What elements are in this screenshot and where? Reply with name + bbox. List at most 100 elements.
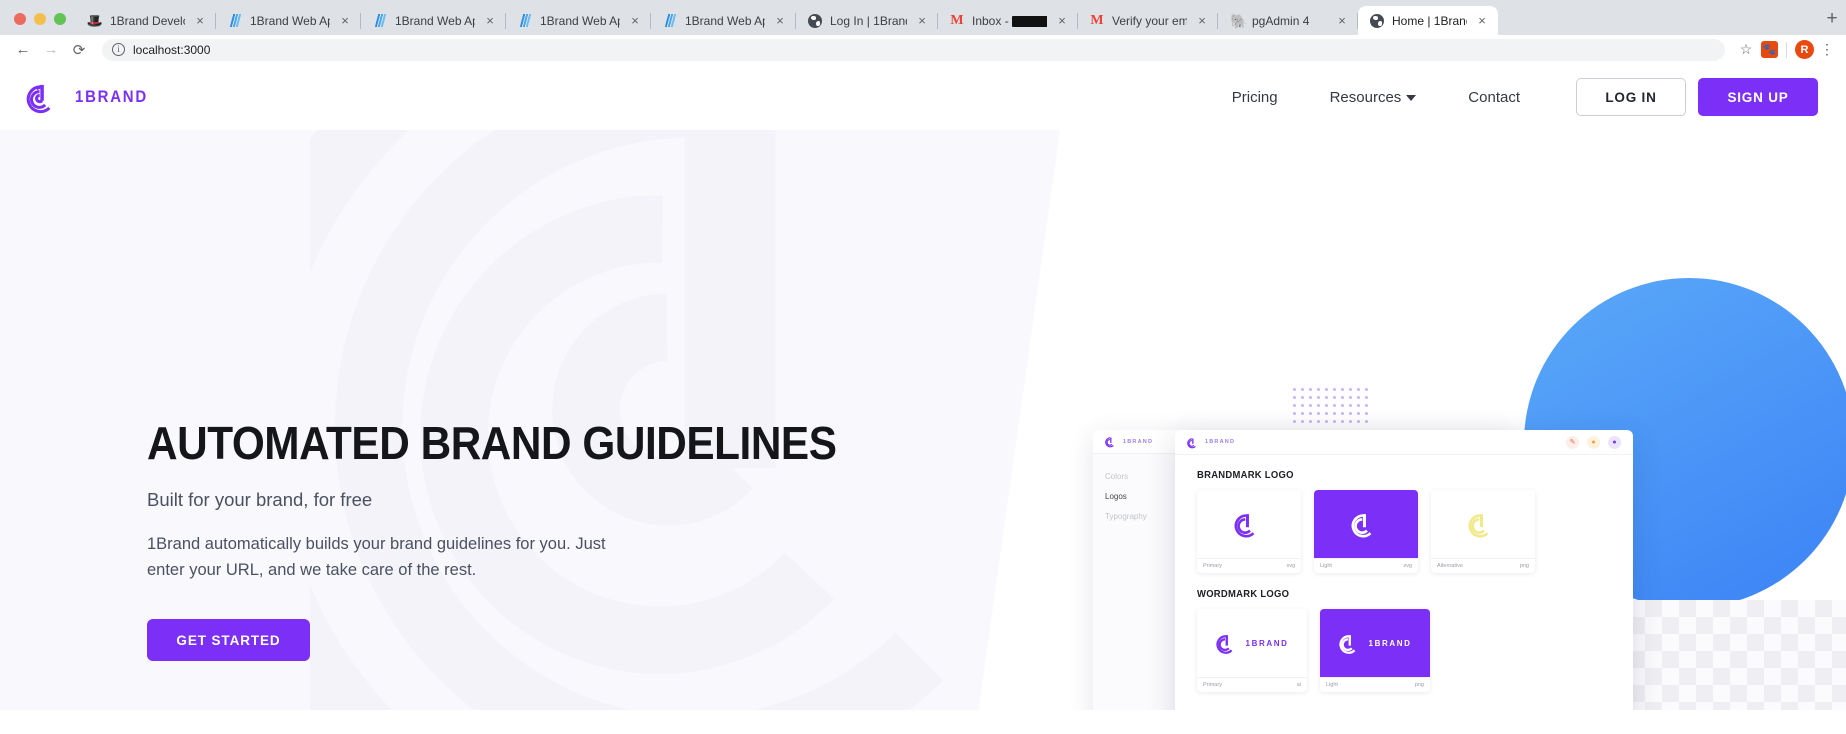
decorative-dot — [1365, 420, 1368, 423]
minimize-window-button[interactable] — [34, 13, 46, 25]
section-title-wordmark: WORDMARK LOGO — [1197, 588, 1290, 600]
browser-toolbar: ← → ⟳ i localhost:3000 ☆ 🐾 R ⋮ — [0, 35, 1846, 64]
logo-card-canvas — [1431, 490, 1535, 558]
browser-tab[interactable]: 1Brand Web App × — [361, 6, 506, 35]
decorative-dot — [1317, 388, 1320, 391]
decorative-dot — [1293, 420, 1296, 423]
close-tab-icon[interactable]: × — [772, 13, 788, 29]
decorative-dot — [1317, 412, 1320, 415]
site-info-icon[interactable]: i — [112, 43, 125, 56]
browser-tab-active[interactable]: Home | 1Brand × — [1358, 6, 1498, 35]
window-traffic-lights — [8, 13, 76, 35]
close-tab-icon[interactable]: × — [1194, 13, 1210, 29]
brand-logo-link[interactable]: 1BRAND — [26, 79, 158, 115]
maximize-window-button[interactable] — [54, 13, 66, 25]
globe-icon — [1369, 13, 1385, 29]
nav-item-resources-label: Resources — [1329, 88, 1402, 106]
edit-icon[interactable]: ✎ — [1566, 435, 1579, 449]
sign-up-button[interactable]: SIGN UP — [1698, 78, 1818, 116]
logo-card-footer: Light png — [1320, 677, 1430, 692]
browser-menu-icon[interactable]: ⋮ — [1818, 42, 1836, 56]
nav-item-contact[interactable]: Contact — [1442, 89, 1546, 106]
close-tab-icon[interactable]: × — [627, 13, 643, 29]
log-in-button[interactable]: LOG IN — [1576, 78, 1686, 116]
close-tab-icon[interactable]: × — [1054, 13, 1070, 29]
wordmark-card-row: 1BRAND Primary ai 1BRAND Light png — [1197, 609, 1611, 692]
browser-tab[interactable]: 1Brand Web App × — [216, 6, 361, 35]
decorative-dot — [1357, 412, 1360, 415]
logo-card[interactable]: Light svg — [1314, 490, 1418, 573]
logo-card-format: png — [1414, 682, 1424, 688]
wordmark-lockup: 1BRAND — [1338, 631, 1412, 655]
decorative-dot — [1333, 396, 1336, 399]
browser-tab-title: Home | 1Brand — [1392, 13, 1467, 28]
decorative-dot — [1365, 388, 1368, 391]
close-tab-icon[interactable]: × — [914, 13, 930, 29]
logo-card[interactable]: Alternative png — [1431, 490, 1535, 573]
logo-card-name: Primary — [1203, 682, 1222, 688]
logo-card-footer: Alternative png — [1431, 558, 1535, 573]
browser-tab-title: pgAdmin 4 — [1252, 13, 1310, 28]
decorative-dot — [1325, 420, 1328, 423]
decorative-dot — [1293, 388, 1296, 391]
browser-tab[interactable]: 1Brand Web App × — [506, 6, 651, 35]
decorative-dot — [1309, 396, 1312, 399]
decorative-dot — [1317, 420, 1320, 423]
browser-tab[interactable]: 1Brand Web App × — [651, 6, 796, 35]
mockup-back-brand-name: 1BRAND — [1123, 438, 1154, 445]
decorative-dot — [1365, 412, 1368, 415]
browser-tab[interactable]: 🎩 1Brand Development × — [76, 6, 216, 35]
new-tab-button[interactable]: + — [1818, 5, 1846, 33]
browser-tab-title: 1Brand Development — [110, 13, 185, 28]
get-started-button[interactable]: GET STARTED — [147, 619, 310, 662]
decorative-dot — [1349, 412, 1352, 415]
decorative-dot — [1301, 420, 1304, 423]
wordmark-lockup: 1BRAND — [1215, 631, 1289, 655]
nav-item-pricing[interactable]: Pricing — [1206, 89, 1304, 106]
forward-button[interactable]: → — [38, 37, 64, 63]
tab-strip: 🎩 1Brand Development × 1Brand Web App × 1Bran… — [0, 0, 1846, 35]
extension-icon[interactable]: 🐾 — [1761, 41, 1778, 58]
toolbar-divider — [1786, 41, 1787, 58]
browser-tab-title: 1Brand Web App — [395, 13, 475, 28]
close-tab-icon[interactable]: × — [337, 13, 353, 29]
close-tab-icon[interactable]: × — [1474, 13, 1490, 29]
close-window-button[interactable] — [14, 13, 26, 25]
mockup-front-window: 1BRAND ✎ ● ● BRANDMARK LOGO Primary svg … — [1175, 430, 1633, 710]
decorative-dot — [1333, 404, 1336, 407]
reload-button[interactable]: ⟳ — [66, 37, 92, 63]
close-tab-icon[interactable]: × — [482, 13, 498, 29]
back-button[interactable]: ← — [10, 37, 36, 63]
mockup-window-actions: ✎ ● ● — [1566, 435, 1621, 449]
logo-card-footer: Primary svg — [1197, 558, 1301, 573]
browser-tab[interactable]: Log In | 1Brand × — [796, 6, 938, 35]
logo-card[interactable]: 1BRAND Primary ai — [1197, 609, 1307, 692]
logo-card[interactable]: 1BRAND Light png — [1320, 609, 1430, 692]
logo-card[interactable]: Primary svg — [1197, 490, 1301, 573]
nav-item-resources[interactable]: Resources — [1304, 89, 1443, 106]
decorative-dot — [1349, 404, 1352, 407]
decorative-dot — [1301, 404, 1304, 407]
logo-card-name: Light — [1326, 682, 1338, 688]
star-icon[interactable]: ● — [1587, 435, 1600, 449]
address-bar[interactable]: i localhost:3000 — [102, 38, 1725, 61]
user-icon[interactable]: ● — [1608, 435, 1621, 449]
close-tab-icon[interactable]: × — [192, 13, 208, 29]
bookmark-star-icon[interactable]: ☆ — [1735, 41, 1757, 58]
redacted-text — [1012, 15, 1047, 27]
browser-tab-title: Verify your email for — [1112, 13, 1187, 28]
decorative-dot — [1341, 388, 1344, 391]
logo-card-footer: Light svg — [1314, 558, 1418, 573]
browser-tab[interactable]: M Verify your email for × — [1078, 6, 1218, 35]
page-title: AUTOMATED BRAND GUIDELINES — [147, 417, 837, 469]
close-tab-icon[interactable]: × — [1334, 13, 1350, 29]
decorative-dot — [1293, 412, 1296, 415]
mockup-body: BRANDMARK LOGO Primary svg Light svg Alt… — [1175, 455, 1633, 710]
decorative-dot — [1341, 420, 1344, 423]
decorative-dot — [1341, 412, 1344, 415]
profile-avatar[interactable]: R — [1795, 40, 1814, 59]
hat-icon: 🎩 — [86, 13, 104, 28]
browser-tab[interactable]: M Inbox - × — [938, 6, 1078, 35]
browser-tab[interactable]: 🐘 pgAdmin 4 × — [1218, 6, 1358, 35]
gmail-icon: M — [1090, 12, 1104, 28]
